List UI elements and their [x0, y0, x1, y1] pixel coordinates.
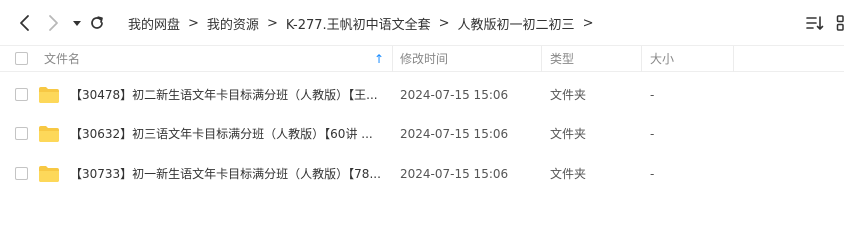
forward-button[interactable]	[44, 13, 64, 33]
column-divider[interactable]	[392, 46, 393, 72]
grid-view-icon	[836, 15, 844, 31]
column-divider[interactable]	[541, 46, 542, 72]
file-size: -	[650, 127, 655, 141]
breadcrumb-item[interactable]: 我的资源	[207, 14, 259, 33]
file-type: 文件夹	[550, 167, 587, 181]
file-type: 文件夹	[550, 88, 587, 102]
back-button[interactable]	[14, 13, 34, 33]
file-name[interactable]: 【30632】初三语文年卡目标满分班（人教版）【60讲 ...	[70, 115, 373, 153]
refresh-button[interactable]	[87, 13, 107, 33]
history-dropdown-button[interactable]	[67, 13, 87, 33]
breadcrumb: 我的网盘 > 我的资源 > K-277.王帆初中语文全套 > 人教版初一初二初三…	[128, 0, 601, 46]
folder-icon	[39, 166, 59, 182]
file-type: 文件夹	[550, 127, 587, 141]
column-type-header[interactable]: 类型	[550, 46, 574, 72]
column-divider[interactable]	[733, 46, 734, 72]
row-checkbox[interactable]	[15, 167, 28, 180]
file-size: -	[650, 88, 655, 102]
folder-icon	[39, 126, 59, 142]
view-mode-button[interactable]	[836, 14, 844, 32]
breadcrumb-separator: >	[266, 15, 278, 31]
row-checkbox[interactable]	[15, 88, 28, 101]
breadcrumb-item[interactable]: 我的网盘	[128, 14, 180, 33]
table-row[interactable]: 【30733】初一新生语文年卡目标满分班（人教版）【78... 2024-07-…	[0, 155, 844, 193]
breadcrumb-separator: >	[582, 15, 594, 31]
chevron-left-icon	[20, 15, 29, 31]
file-size: -	[650, 167, 655, 181]
breadcrumb-separator: >	[188, 15, 199, 31]
refresh-icon	[91, 16, 103, 29]
modified-time: 2024-07-15 15:06	[400, 88, 509, 102]
chevron-right-icon	[49, 15, 58, 31]
file-name[interactable]: 【30478】初二新生语文年卡目标满分班（人教版）【王...	[70, 76, 378, 114]
sort-ascending-icon[interactable]: ↑	[374, 46, 384, 72]
table-row[interactable]: 【30632】初三语文年卡目标满分班（人教版）【60讲 ... 2024-07-…	[0, 115, 844, 153]
modified-time: 2024-07-15 15:06	[400, 127, 509, 141]
file-name[interactable]: 【30733】初一新生语文年卡目标满分班（人教版）【78...	[70, 155, 381, 193]
column-divider[interactable]	[641, 46, 642, 72]
select-all-checkbox[interactable]	[15, 52, 28, 65]
modified-time: 2024-07-15 15:06	[400, 167, 509, 181]
table-row[interactable]: 【30478】初二新生语文年卡目标满分班（人教版）【王... 2024-07-1…	[0, 76, 844, 114]
caret-down-icon	[73, 21, 81, 26]
breadcrumb-item[interactable]: K-277.王帆初中语文全套	[286, 14, 431, 33]
view-tools	[806, 13, 844, 33]
toolbar: 我的网盘 > 我的资源 > K-277.王帆初中语文全套 > 人教版初一初二初三…	[0, 0, 844, 46]
column-size-header[interactable]: 大小	[650, 46, 674, 72]
column-name-header[interactable]: 文件名	[44, 46, 80, 72]
breadcrumb-item-current[interactable]: 人教版初一初二初三	[458, 14, 575, 33]
column-modified-header[interactable]: 修改时间	[400, 46, 448, 72]
sort-list-icon	[806, 16, 824, 30]
sort-button[interactable]	[806, 14, 824, 32]
row-checkbox[interactable]	[15, 127, 28, 140]
breadcrumb-separator: >	[438, 15, 450, 31]
column-header: 文件名 ↑ 修改时间 类型 大小	[0, 46, 844, 72]
folder-icon	[39, 87, 59, 103]
